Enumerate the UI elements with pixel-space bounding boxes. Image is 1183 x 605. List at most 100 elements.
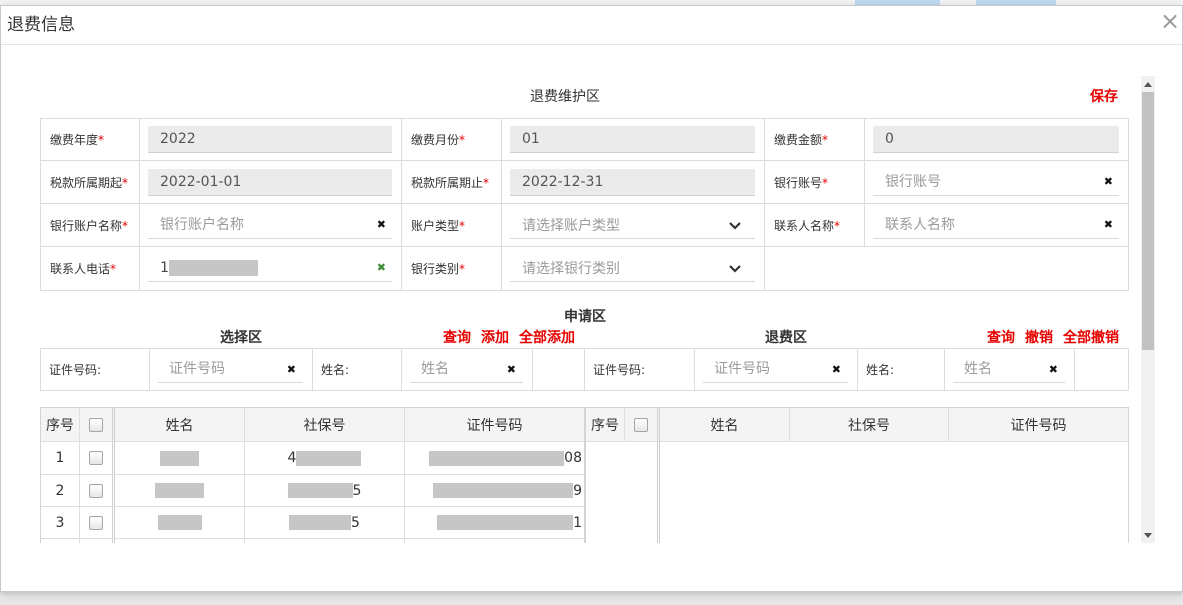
refund-query-link[interactable]: 查询 [987,330,1015,346]
dialog-title: 退费信息 [7,15,75,35]
cell-ssn: 5 [245,507,405,539]
clear-icon[interactable]: ✖ [287,363,296,376]
account-type-placeholder: 请选择账户类型 [522,217,620,234]
field-label: 账户类型* [402,217,465,234]
refund-name-label: 姓名: [858,349,945,391]
selection-area-title: 选择区 [220,330,262,346]
bank-account-name-label: 银行账户名称 [50,218,123,233]
empty-cell [765,247,1129,291]
refund-id-search-input[interactable] [703,356,848,383]
clear-icon[interactable]: ✖ [1104,219,1113,231]
scroll-down-arrow-icon[interactable] [1144,533,1152,538]
ssn-visible-part: 5 [352,482,362,499]
clear-icon[interactable]: ✖ [1104,176,1113,188]
clear-icon[interactable]: ✖ [377,219,386,231]
field-label: 税款所属期止* [402,174,489,191]
refund-id-search-cell: ✖ [695,349,858,391]
refund-revoke-link[interactable]: 撤销 [1025,330,1053,346]
bank-category-placeholder: 请选择银行类别 [522,261,620,277]
table-row[interactable]: 1 4 08 [41,442,584,475]
header-divider [1,44,1182,45]
application-area-title: 申请区 [564,309,606,325]
refund-id-search-field: ✖ [703,356,848,383]
clear-icon[interactable]: ✖ [377,262,386,274]
selection-name-search-cell: ✖ [402,349,533,391]
required-mark: * [122,175,129,190]
clear-icon[interactable]: ✖ [832,363,841,376]
bank-account-name-input[interactable] [148,211,392,239]
payment-amount-label: 缴费金额 [774,133,823,147]
refund-id-label: 证件号码: [585,349,695,391]
cell-id-number: 1 [405,507,584,539]
selection-add-all-link[interactable]: 全部添加 [519,330,575,346]
selection-add-link[interactable]: 添加 [481,330,509,346]
frozen-columns-panel [586,442,660,543]
cell-checkbox [80,507,115,539]
field-label: 税款所属期起* [41,174,128,191]
bank-account-name-cell: ✖ [140,204,402,247]
required-mark: * [822,175,829,190]
bank-category-select[interactable]: 请选择银行类别 [510,255,755,282]
table-row[interactable]: 2 5 9 [41,475,584,507]
refund-info-dialog: 退费信息 × 退费维护区 保存 缴费年度* 缴费月份* 缴费金额* [0,5,1183,592]
row-checkbox[interactable] [89,451,103,465]
column-header-id-number: 证件号码 [949,408,1128,442]
account-type-label: 账户类型 [411,218,460,233]
id-number-visible-part: 1 [573,514,582,531]
redacted-mask [168,260,258,276]
cell-index: 2 [41,475,80,507]
select-all-checkbox[interactable] [89,417,103,432]
required-mark: * [834,218,841,233]
tax-period-start-label: 税款所属期起 [50,175,123,190]
table-row[interactable]: 3 5 1 [41,507,584,539]
contact-phone-input[interactable]: 1 ✖ [148,255,392,282]
selection-grid: 序号 姓名 社保号 证件号码 1 4 08 2 5 9 3 5 1 [40,407,585,543]
tax-period-end-cell [502,161,765,204]
cell-index: 1 [41,442,80,475]
required-mark: * [122,218,129,233]
save-link[interactable]: 保存 [1090,89,1118,105]
tax-period-end-label: 税款所属期止 [411,175,484,190]
contact-name-label: 联系人名称 [774,218,835,233]
cell-name [115,539,245,543]
field-label: 银行账号* [765,174,828,191]
cell-id-number: 9 [405,475,584,507]
bank-account-name-field: ✖ [148,211,392,239]
account-type-select[interactable]: 请选择账户类型 [510,212,755,239]
redacted-mask [160,450,199,466]
required-mark: * [822,133,829,147]
payment-year-input [148,126,392,153]
refund-grid: 序号 姓名 社保号 证件号码 [585,407,1129,543]
required-mark: * [459,218,466,233]
selection-id-search-input[interactable] [158,356,303,383]
account-type-cell: 请选择账户类型 [502,204,765,247]
bank-account-input[interactable] [873,168,1119,196]
close-icon[interactable]: × [1159,9,1181,33]
clear-icon[interactable]: ✖ [1049,363,1058,376]
selection-id-search-field: ✖ [158,356,303,383]
bank-category-label: 银行类别 [411,262,460,276]
field-label: 银行账户名称* [41,217,128,234]
refund-name-search-cell: ✖ [945,349,1075,391]
vertical-scrollbar[interactable] [1141,76,1155,543]
clear-icon[interactable]: ✖ [507,363,516,376]
ssn-visible-part: 5 [351,514,360,531]
column-header-name: 姓名 [115,408,245,442]
row-checkbox[interactable] [89,483,103,498]
grid-header-row: 序号 姓名 社保号 证件号码 [586,408,1128,442]
grid-body-empty [586,442,1128,543]
field-label: 联系人电话* [41,260,116,277]
selection-query-link[interactable]: 查询 [443,330,471,346]
row-checkbox[interactable] [89,515,103,530]
scroll-up-arrow-icon[interactable] [1144,82,1152,87]
maintenance-area-title: 退费维护区 [530,89,600,105]
scrollbar-thumb[interactable] [1142,92,1154,350]
contact-name-input[interactable] [873,211,1119,239]
cell-id-number: 08 [405,442,584,475]
select-all-checkbox[interactable] [634,417,648,432]
id-number-visible-part: 08 [564,450,582,466]
refund-revoke-all-link[interactable]: 全部撤销 [1063,330,1119,346]
contact-phone-visible-prefix: 1 [160,260,169,276]
payment-amount-cell [865,119,1129,161]
column-header-index: 序号 [586,408,625,442]
